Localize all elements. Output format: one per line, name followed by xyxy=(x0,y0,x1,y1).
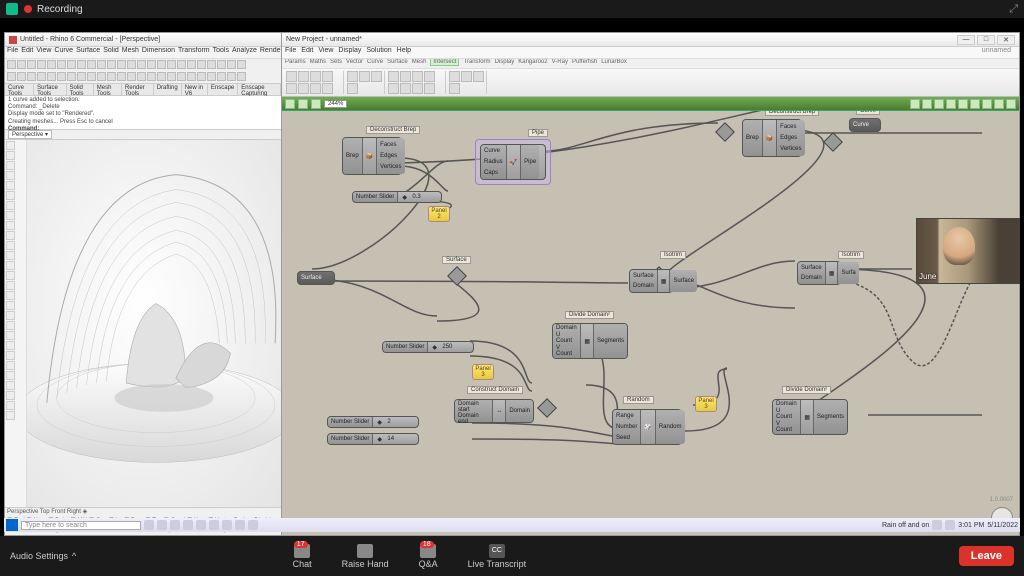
grasshopper-window: New Project - unnamed* —□✕ FileEditViewD… xyxy=(282,32,1020,536)
rhino-command-log: 1 curve added to selection. Command: _De… xyxy=(5,96,281,130)
webcam-participant[interactable]: June xyxy=(916,218,1020,284)
cc-icon: CC xyxy=(489,544,505,558)
rhino-window: Untitled - Rhino 6 Commercial - [Perspec… xyxy=(4,32,282,536)
node-pipe[interactable]: CurveRadiusCaps 🚀 Pipe xyxy=(480,144,546,180)
rhino-menubar[interactable]: FileEditViewCurveSurfaceSolidMeshDimensi… xyxy=(5,47,281,59)
label-isotrim: Isotrim xyxy=(660,251,686,259)
chevron-up-icon: ^ xyxy=(72,551,76,561)
rhino-side-toolbar[interactable] xyxy=(5,140,27,507)
chat-button[interactable]: 17 Chat xyxy=(293,544,312,569)
gh-ribbon[interactable] xyxy=(282,69,1019,97)
param-curve[interactable]: Curve xyxy=(849,118,881,132)
system-tray[interactable]: Rain off and on 3:01 PM 5/11/2022 xyxy=(882,520,1018,530)
window-controls[interactable]: —□✕ xyxy=(957,35,1015,45)
rhino-titlebar: Untitled - Rhino 6 Commercial - [Perspec… xyxy=(5,33,281,47)
rhino-viewport[interactable] xyxy=(5,140,281,507)
slider-ucount[interactable]: Number Slider250 xyxy=(382,341,474,353)
live-transcript-button[interactable]: CC Live Transcript xyxy=(468,544,527,569)
taskbar-search[interactable]: Type here to search xyxy=(21,521,141,530)
node-random[interactable]: RangeNumberSeed 🎲 Random xyxy=(612,409,682,445)
slider-pipe-radius[interactable]: Number Slider0.3 xyxy=(352,191,442,203)
node-deconstruct-brep-2[interactable]: Brep 📦 FacesEdgesVertices xyxy=(742,119,802,157)
gh-canvas[interactable]: Deconstruct Brep Deconstruct Brep Pipe S… xyxy=(282,111,1019,535)
qa-badge: 18 xyxy=(420,541,434,548)
gh-titlebar: New Project - unnamed* —□✕ xyxy=(282,33,1019,47)
gh-version: 1.0.0007 xyxy=(990,497,1013,503)
node-surface-domain[interactable]: SurfaceDomain ▦ Surface xyxy=(629,269,673,293)
param-surface[interactable]: Surface xyxy=(297,271,335,285)
node-deconstruct-brep[interactable]: Brep 📦 FacesEdgesVertices xyxy=(342,137,402,175)
windows-taskbar[interactable]: Type here to search Rain off and on 3:01… xyxy=(4,518,1020,532)
panel-vcount[interactable]: Panel 3 xyxy=(472,364,494,380)
save-icon[interactable] xyxy=(311,99,321,109)
recording-label: Recording xyxy=(37,4,83,15)
rhino-toolbar[interactable] xyxy=(5,59,281,84)
start-button[interactable] xyxy=(6,519,18,531)
label-pipe: Pipe xyxy=(528,129,548,137)
chat-badge: 17 xyxy=(294,541,308,548)
rhino-tool-tabs[interactable]: Curve ToolsSurface ToolsSolid ToolsMesh … xyxy=(5,84,281,96)
shared-screen: Untitled - Rhino 6 Commercial - [Perspec… xyxy=(4,32,1020,536)
label-deconstruct-brep: Deconstruct Brep xyxy=(366,126,420,134)
participant-face xyxy=(943,227,975,265)
gh-menubar[interactable]: FileEditViewDisplaySolutionHelp unnamed xyxy=(282,47,1019,59)
recording-dot-icon xyxy=(24,5,32,13)
node-divide-domain-2[interactable]: DomainU CountV Count ▦ Segments xyxy=(772,399,848,435)
meeting-topbar: Recording ⤢ xyxy=(0,0,1024,18)
zoom-controls: Audio Settings^ 17 Chat Raise Hand 18 Q&… xyxy=(0,536,1024,576)
hand-icon xyxy=(357,544,373,558)
panel-caps[interactable]: Panel 2 xyxy=(428,206,450,222)
slider-domain-start[interactable]: Number Slider2 xyxy=(327,416,419,428)
label-construct-domain: Construct Domain xyxy=(467,386,523,394)
label-random: Random xyxy=(623,396,654,404)
open-icon[interactable] xyxy=(298,99,308,109)
label-deconstruct-brep-2: Deconstruct Brep xyxy=(765,111,819,116)
label-divide-domain-2: Divide Domain² xyxy=(782,386,831,394)
shield-icon xyxy=(6,3,18,15)
participant-name: June xyxy=(919,272,936,281)
task-icon[interactable] xyxy=(144,520,154,530)
raise-hand-button[interactable]: Raise Hand xyxy=(342,544,389,569)
gh-ribbon-tabs[interactable]: ParamsMathsSetsVectorCurveSurfaceMeshInt… xyxy=(282,59,1019,69)
zoom-level[interactable]: 244% xyxy=(324,100,347,108)
new-icon[interactable] xyxy=(285,99,295,109)
label-divide-domain: Divide Domain² xyxy=(565,311,614,319)
node-construct-domain[interactable]: Domain startDomain end ↔ Domain xyxy=(454,399,534,423)
expand-icon[interactable]: ⤢ xyxy=(1009,3,1018,16)
label-surface: Surface xyxy=(442,256,471,264)
label-isotrim-2: Isotrim xyxy=(838,251,864,259)
rendered-geometry xyxy=(27,140,281,507)
gh-filebar[interactable]: 244% xyxy=(282,97,1019,111)
leave-button[interactable]: Leave xyxy=(959,546,1014,566)
rhino-render-view[interactable] xyxy=(27,140,281,507)
panel-random[interactable]: Panel 3 xyxy=(695,396,717,412)
label-curve: Curve xyxy=(856,111,880,115)
rhino-viewport-tab[interactable]: Perspective ▾ xyxy=(5,130,281,140)
slider-domain-end[interactable]: Number Slider14 xyxy=(327,433,419,445)
node-isotrim[interactable]: SurfaceDomain ▦ Surfa xyxy=(797,261,841,285)
node-divide-domain[interactable]: DomainU CountV Count ▦ Segments xyxy=(552,323,628,359)
audio-settings-button[interactable]: Audio Settings^ xyxy=(10,551,76,561)
qa-button[interactable]: 18 Q&A xyxy=(419,544,438,569)
